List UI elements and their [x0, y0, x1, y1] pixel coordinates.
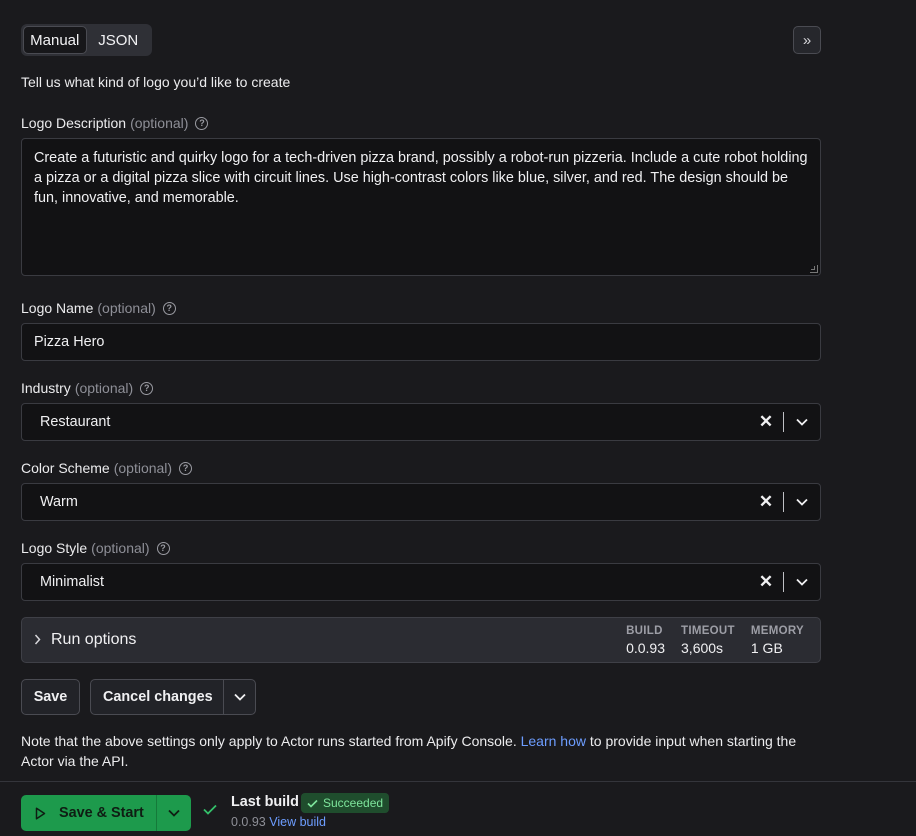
check-icon	[307, 799, 318, 808]
cancel-changes-button[interactable]: Cancel changes	[91, 689, 223, 705]
save-start-button[interactable]: Save & Start	[21, 795, 156, 831]
field-label: Logo Style	[21, 540, 88, 556]
logo-description-value: Create a futuristic and quirky logo for …	[34, 150, 808, 206]
logo-name-value: Pizza Hero	[34, 334, 105, 350]
help-icon[interactable]: ?	[179, 461, 193, 475]
color-scheme-label: Color Scheme (optional) ?	[21, 460, 193, 476]
cancel-changes-split: Cancel changes	[90, 679, 256, 715]
chevrons-right-icon: »	[802, 31, 812, 49]
chevron-down-icon[interactable]	[156, 795, 191, 831]
clear-x-icon[interactable]: ✕	[755, 411, 777, 433]
optional-tag: (optional)	[130, 115, 189, 131]
industry-label: Industry (optional) ?	[21, 380, 154, 396]
help-icon[interactable]: ?	[140, 381, 154, 395]
logo-style-label: Logo Style (optional) ?	[21, 540, 170, 556]
optional-tag: (optional)	[74, 380, 134, 396]
logo-description-textarea[interactable]: Create a futuristic and quirky logo for …	[21, 138, 821, 276]
expand-panel-button[interactable]: »	[793, 26, 821, 54]
industry-value: Restaurant	[40, 414, 111, 430]
last-build-title: Last build	[231, 794, 299, 810]
save-start-label: Save & Start	[59, 805, 144, 821]
memory-value: 1 GB	[750, 639, 783, 656]
chevron-right-icon	[34, 633, 46, 648]
field-label: Color Scheme	[21, 460, 110, 476]
industry-select[interactable]: Restaurant ✕	[21, 403, 821, 441]
logo-name-label: Logo Name (optional) ?	[21, 300, 176, 316]
status-badge: Succeeded	[301, 793, 390, 813]
save-button[interactable]: Save	[21, 679, 80, 715]
optional-tag: (optional)	[91, 540, 150, 556]
logo-name-input[interactable]: Pizza Hero	[21, 323, 821, 361]
form-intro: Tell us what kind of logo you’d like to …	[21, 74, 291, 90]
input-mode-toggle: Manual JSON	[21, 24, 152, 56]
memory-meta: MEMORY 1 GB	[751, 625, 804, 656]
clear-x-icon[interactable]: ✕	[755, 571, 777, 593]
note-text: Note that the above settings only apply …	[21, 733, 521, 749]
optional-tag: (optional)	[97, 300, 156, 316]
clear-x-icon[interactable]: ✕	[755, 491, 777, 513]
build-version: 0.0.93	[231, 815, 266, 829]
check-icon	[203, 802, 217, 819]
run-options-panel[interactable]: Run options BUILD 0.0.93 TIMEOUT 3,600s …	[21, 617, 821, 663]
build-meta: BUILD 0.0.93	[626, 625, 665, 656]
footer-bar: Save & Start	[0, 781, 916, 836]
help-icon[interactable]: ?	[162, 301, 176, 315]
color-scheme-select[interactable]: Warm ✕	[21, 483, 821, 521]
timeout-label: TIMEOUT	[681, 624, 735, 637]
field-label: Logo Description	[21, 115, 127, 131]
run-options-title: Run options	[51, 631, 137, 648]
chevron-down-icon[interactable]	[224, 693, 255, 701]
resize-handle[interactable]	[810, 265, 818, 273]
help-icon[interactable]: ?	[195, 116, 209, 130]
learn-how-link[interactable]: Learn how	[521, 733, 586, 749]
timeout-value: 3,600s	[681, 639, 724, 656]
logo-style-select[interactable]: Minimalist ✕	[21, 563, 821, 601]
optional-tag: (optional)	[113, 460, 173, 476]
tab-json[interactable]: JSON	[87, 26, 150, 54]
status-text: Succeeded	[323, 796, 384, 810]
field-label: Logo Name	[21, 300, 94, 316]
memory-label: MEMORY	[750, 624, 804, 637]
save-start-split: Save & Start	[21, 795, 191, 831]
last-build-version: 0.0.93 View build	[231, 815, 326, 829]
view-build-link[interactable]: View build	[269, 815, 326, 829]
tab-manual[interactable]: Manual	[23, 26, 87, 54]
chevron-down-icon[interactable]	[784, 418, 820, 426]
play-icon	[35, 806, 46, 820]
timeout-meta: TIMEOUT 3,600s	[681, 625, 735, 656]
logo-style-value: Minimalist	[40, 574, 104, 590]
chevron-down-icon[interactable]	[784, 578, 820, 586]
help-icon[interactable]: ?	[156, 541, 170, 555]
logo-description-label: Logo Description (optional) ?	[21, 115, 209, 131]
build-label: BUILD	[626, 624, 663, 637]
api-note: Note that the above settings only apply …	[21, 731, 821, 771]
build-value: 0.0.93	[626, 639, 666, 656]
chevron-down-icon[interactable]	[784, 498, 820, 506]
field-label: Industry	[21, 380, 71, 396]
color-scheme-value: Warm	[40, 494, 78, 510]
